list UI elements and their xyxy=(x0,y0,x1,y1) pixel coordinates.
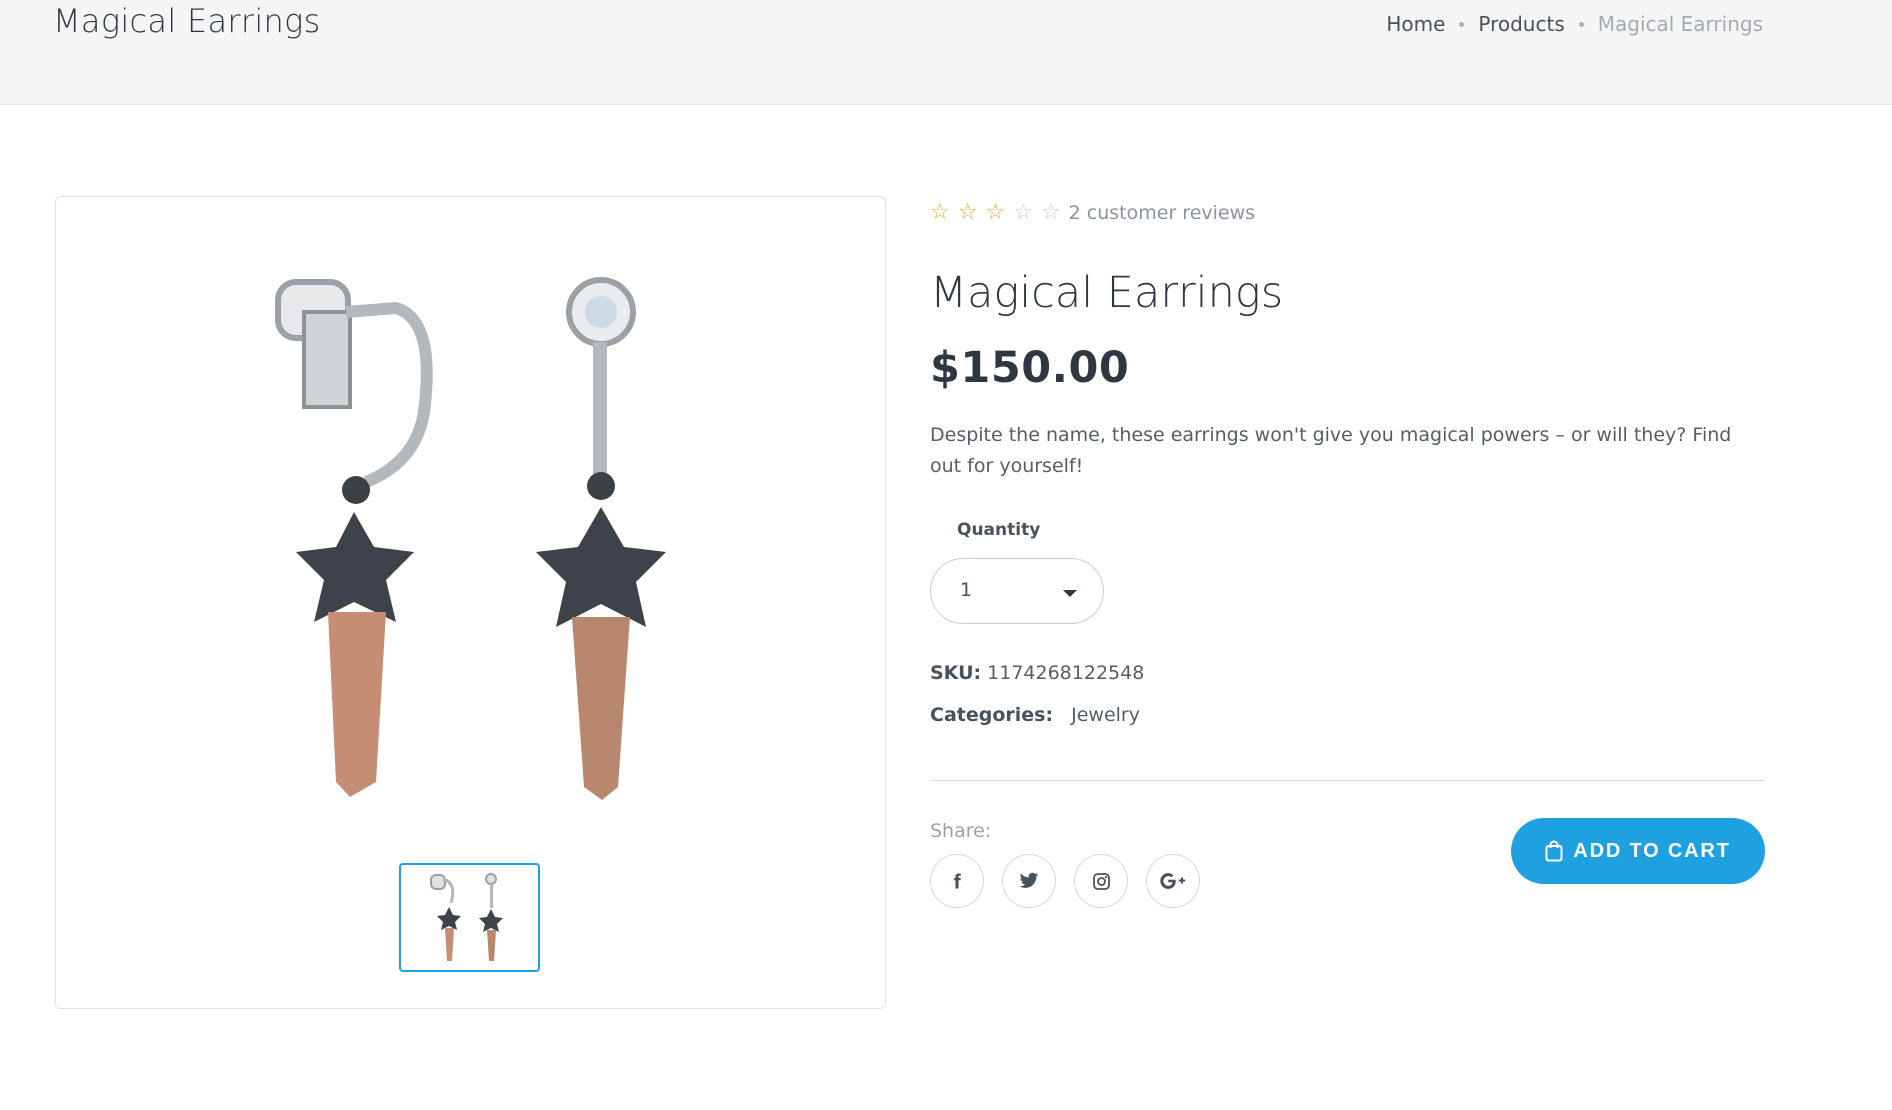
breadcrumb-home[interactable]: Home xyxy=(1386,12,1445,36)
star-filled-icon: ☆ xyxy=(930,200,950,225)
breadcrumb: Home Products Magical Earrings xyxy=(1386,12,1763,36)
google-plus-icon xyxy=(1160,873,1186,889)
twitter-share-button[interactable] xyxy=(1002,854,1056,908)
product-gallery xyxy=(55,196,886,1009)
page-header: Magical Earrings Home Products Magical E… xyxy=(0,0,1892,105)
add-to-cart-button[interactable]: ADD TO CART xyxy=(1511,818,1765,884)
breadcrumb-current: Magical Earrings xyxy=(1597,12,1763,36)
breadcrumb-separator xyxy=(1459,21,1465,27)
shopping-bag-icon xyxy=(1545,840,1563,862)
quantity-value: 1 xyxy=(960,579,973,601)
product-info: ☆ ☆ ☆ ☆ ☆ 2 customer reviews Magical Ear… xyxy=(930,196,1765,908)
quantity-select[interactable]: 1 xyxy=(930,558,1104,624)
instagram-share-button[interactable] xyxy=(1074,854,1128,908)
chevron-down-icon xyxy=(1063,590,1077,597)
category-link[interactable]: Jewelry xyxy=(1071,704,1140,726)
instagram-icon xyxy=(1092,872,1110,890)
rating: ☆ ☆ ☆ ☆ ☆ 2 customer reviews xyxy=(930,196,1765,230)
star-empty-icon: ☆ xyxy=(1013,200,1033,225)
star-filled-icon: ☆ xyxy=(957,200,978,225)
star-empty-icon: ☆ xyxy=(1040,200,1061,225)
product-image[interactable] xyxy=(246,272,766,812)
page-title: Magical Earrings xyxy=(53,2,321,40)
quantity-label: Quantity xyxy=(957,520,1041,540)
twitter-icon xyxy=(1019,872,1039,888)
product-description: Despite the name, these earrings won't g… xyxy=(930,424,1732,477)
categories-row: Categories: Jewelry xyxy=(930,704,1140,726)
categories-label: Categories: xyxy=(930,704,1054,726)
share-label: Share: xyxy=(930,820,992,842)
star-filled-icon: ☆ xyxy=(985,200,1006,225)
product-price: $150.00 xyxy=(930,343,1130,393)
divider xyxy=(930,780,1765,781)
google-plus-share-button[interactable] xyxy=(1146,854,1200,908)
breadcrumb-separator xyxy=(1578,21,1584,27)
breadcrumb-products[interactable]: Products xyxy=(1478,12,1564,36)
social-share-list xyxy=(930,854,1218,908)
sku-value: 1174268122548 xyxy=(987,662,1145,684)
gallery-thumbnail[interactable] xyxy=(399,863,540,972)
product-title: Magical Earrings xyxy=(930,268,1284,318)
add-to-cart-label: ADD TO CART xyxy=(1573,839,1731,862)
facebook-share-button[interactable] xyxy=(930,854,984,908)
reviews-link[interactable]: 2 customer reviews xyxy=(1069,202,1255,224)
sku-label: SKU: xyxy=(930,662,982,684)
facebook-icon xyxy=(954,873,961,889)
sku-row: SKU: 1174268122548 xyxy=(930,662,1144,684)
